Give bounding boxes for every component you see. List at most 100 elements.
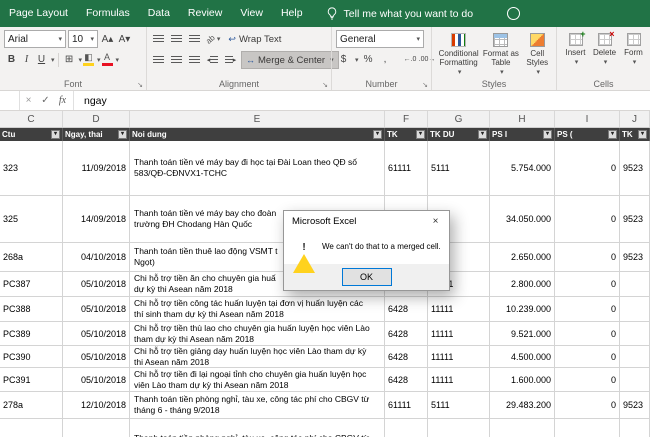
cell[interactable]: 29.483.200 — [490, 392, 555, 418]
column-header-H[interactable]: H — [490, 111, 555, 127]
cell[interactable] — [385, 419, 428, 437]
filter-icon[interactable]: ▾ — [608, 130, 617, 139]
filter-icon[interactable]: ▾ — [373, 130, 382, 139]
cell-styles-button[interactable]: Cell Styles ▾ — [521, 30, 554, 86]
currency-dropdown-icon[interactable]: ▾ — [355, 56, 359, 64]
cell[interactable]: 11111 — [428, 346, 490, 367]
cell[interactable]: Chi hỗ trợ tiền đi lại ngoại tỉnh cho ch… — [130, 368, 385, 391]
filter-icon[interactable]: ▾ — [478, 130, 487, 139]
cell[interactable] — [490, 419, 555, 437]
cell[interactable]: 0 — [555, 272, 620, 296]
column-header-C[interactable]: C — [0, 111, 63, 127]
cell[interactable]: Thanh toán tiền phòng nghỉ, tàu xe, công… — [130, 392, 385, 418]
cell[interactable]: 14/09/2018 — [63, 196, 130, 242]
column-header-D[interactable]: D — [63, 111, 130, 127]
align-center-button[interactable] — [169, 52, 184, 69]
align-right-button[interactable] — [187, 52, 202, 69]
status-circle-icon[interactable] — [507, 7, 520, 20]
grow-font-button[interactable]: A▴ — [100, 31, 115, 48]
header-cell[interactable]: TK▾ — [620, 128, 650, 141]
cell[interactable] — [620, 272, 650, 296]
cell[interactable]: 0 — [555, 243, 620, 271]
column-header-E[interactable]: E — [130, 111, 385, 127]
cell[interactable]: Chi hỗ trợ tiền công tác huấn luyện tại … — [130, 297, 385, 321]
cell[interactable]: 0 — [555, 141, 620, 195]
cell[interactable]: 10.239.000 — [490, 297, 555, 321]
align-top-button[interactable] — [151, 31, 166, 48]
cell[interactable]: 11111 — [428, 322, 490, 345]
cell[interactable]: 04/10/2018 — [63, 243, 130, 271]
cell[interactable]: 9523 — [620, 392, 650, 418]
filter-icon[interactable]: ▾ — [543, 130, 552, 139]
cell[interactable]: 11111 — [428, 368, 490, 391]
ok-button[interactable]: OK — [342, 268, 392, 286]
cell[interactable]: Chi hỗ trợ tiền thù lao cho chuyên gia h… — [130, 322, 385, 345]
italic-button[interactable]: I — [19, 51, 34, 68]
conditional-formatting-button[interactable]: Conditional Formatting ▾ — [436, 30, 481, 86]
borders-button[interactable]: ⊞ — [62, 51, 77, 68]
filter-icon[interactable]: ▾ — [118, 130, 127, 139]
format-cells-button[interactable]: Form ▾ — [619, 30, 648, 86]
cell[interactable]: 9523 — [620, 196, 650, 242]
fill-color-button[interactable]: ◧ — [82, 52, 95, 67]
cell[interactable]: 61111 — [385, 392, 428, 418]
header-cell[interactable]: PS I▾ — [490, 128, 555, 141]
cell[interactable]: Thanh toán tiền phòng nghỉ, tàu xe, công… — [130, 419, 385, 437]
column-header-I[interactable]: I — [555, 111, 620, 127]
cell[interactable]: 6428 — [385, 346, 428, 367]
cell[interactable]: 0 — [555, 392, 620, 418]
align-bottom-button[interactable] — [187, 31, 202, 48]
align-middle-button[interactable] — [169, 31, 184, 48]
cell[interactable]: 325 — [0, 196, 63, 242]
header-cell[interactable]: Ctu▾ — [0, 128, 63, 141]
header-cell[interactable]: Ngay, thai▾ — [63, 128, 130, 141]
cell[interactable]: 34.050.000 — [490, 196, 555, 242]
cell[interactable]: PC390 — [0, 346, 63, 367]
decrease-indent-button[interactable]: ◂ — [205, 52, 220, 69]
header-cell[interactable]: TK▾ — [385, 128, 428, 141]
tab-page-layout[interactable]: Page Layout — [0, 0, 77, 27]
align-left-button[interactable] — [151, 52, 166, 69]
cell[interactable]: 05/10/2018 — [63, 297, 130, 321]
cell[interactable] — [555, 419, 620, 437]
cell[interactable] — [620, 322, 650, 345]
column-header-J[interactable]: J — [620, 111, 650, 127]
increase-decimal-button[interactable]: ←.0 — [403, 51, 418, 68]
filter-icon[interactable]: ▾ — [416, 130, 425, 139]
tab-help[interactable]: Help — [272, 0, 312, 27]
close-icon[interactable]: × — [422, 211, 449, 231]
cell[interactable]: Thanh toán tiền vé máy bay đi học tại Đà… — [130, 141, 385, 195]
tab-formulas[interactable]: Formulas — [77, 0, 139, 27]
column-header-G[interactable]: G — [428, 111, 490, 127]
cell[interactable]: 5111 — [428, 392, 490, 418]
cell[interactable]: 268a — [0, 243, 63, 271]
cell[interactable]: 0 — [555, 346, 620, 367]
cell[interactable]: Chi hỗ trợ tiền giảng dạy huấn luyện học… — [130, 346, 385, 367]
percent-format-button[interactable]: % — [361, 51, 376, 68]
format-as-table-button[interactable]: Format as Table ▾ — [481, 30, 520, 86]
tab-data[interactable]: Data — [139, 0, 179, 27]
comma-format-button[interactable]: , — [378, 51, 393, 68]
filter-icon[interactable]: ▾ — [638, 130, 647, 139]
font-size-select[interactable]: 10 ▾ — [68, 30, 98, 48]
formula-input[interactable]: ngay — [74, 95, 107, 107]
insert-function-icon[interactable]: fx — [54, 95, 71, 106]
cell[interactable]: 05/10/2018 — [63, 272, 130, 296]
cell[interactable]: 4.500.000 — [490, 346, 555, 367]
cell[interactable]: 278a — [0, 392, 63, 418]
filter-icon[interactable]: ▾ — [51, 130, 60, 139]
insert-cells-button[interactable]: + Insert ▾ — [561, 30, 590, 86]
bold-button[interactable]: B — [4, 51, 19, 68]
cell[interactable]: PC389 — [0, 322, 63, 345]
header-cell[interactable]: TK DU▾ — [428, 128, 490, 141]
cell[interactable]: 6428 — [385, 297, 428, 321]
cell[interactable] — [620, 346, 650, 367]
tab-review[interactable]: Review — [179, 0, 231, 27]
cell[interactable]: 323 — [0, 141, 63, 195]
tell-me-box[interactable]: Tell me what you want to do — [326, 7, 474, 20]
cell[interactable]: 6428 — [385, 322, 428, 345]
cell[interactable]: 5.754.000 — [490, 141, 555, 195]
cell[interactable]: PC387 — [0, 272, 63, 296]
cell[interactable] — [63, 419, 130, 437]
font-name-select[interactable]: Arial ▾ — [4, 30, 66, 48]
